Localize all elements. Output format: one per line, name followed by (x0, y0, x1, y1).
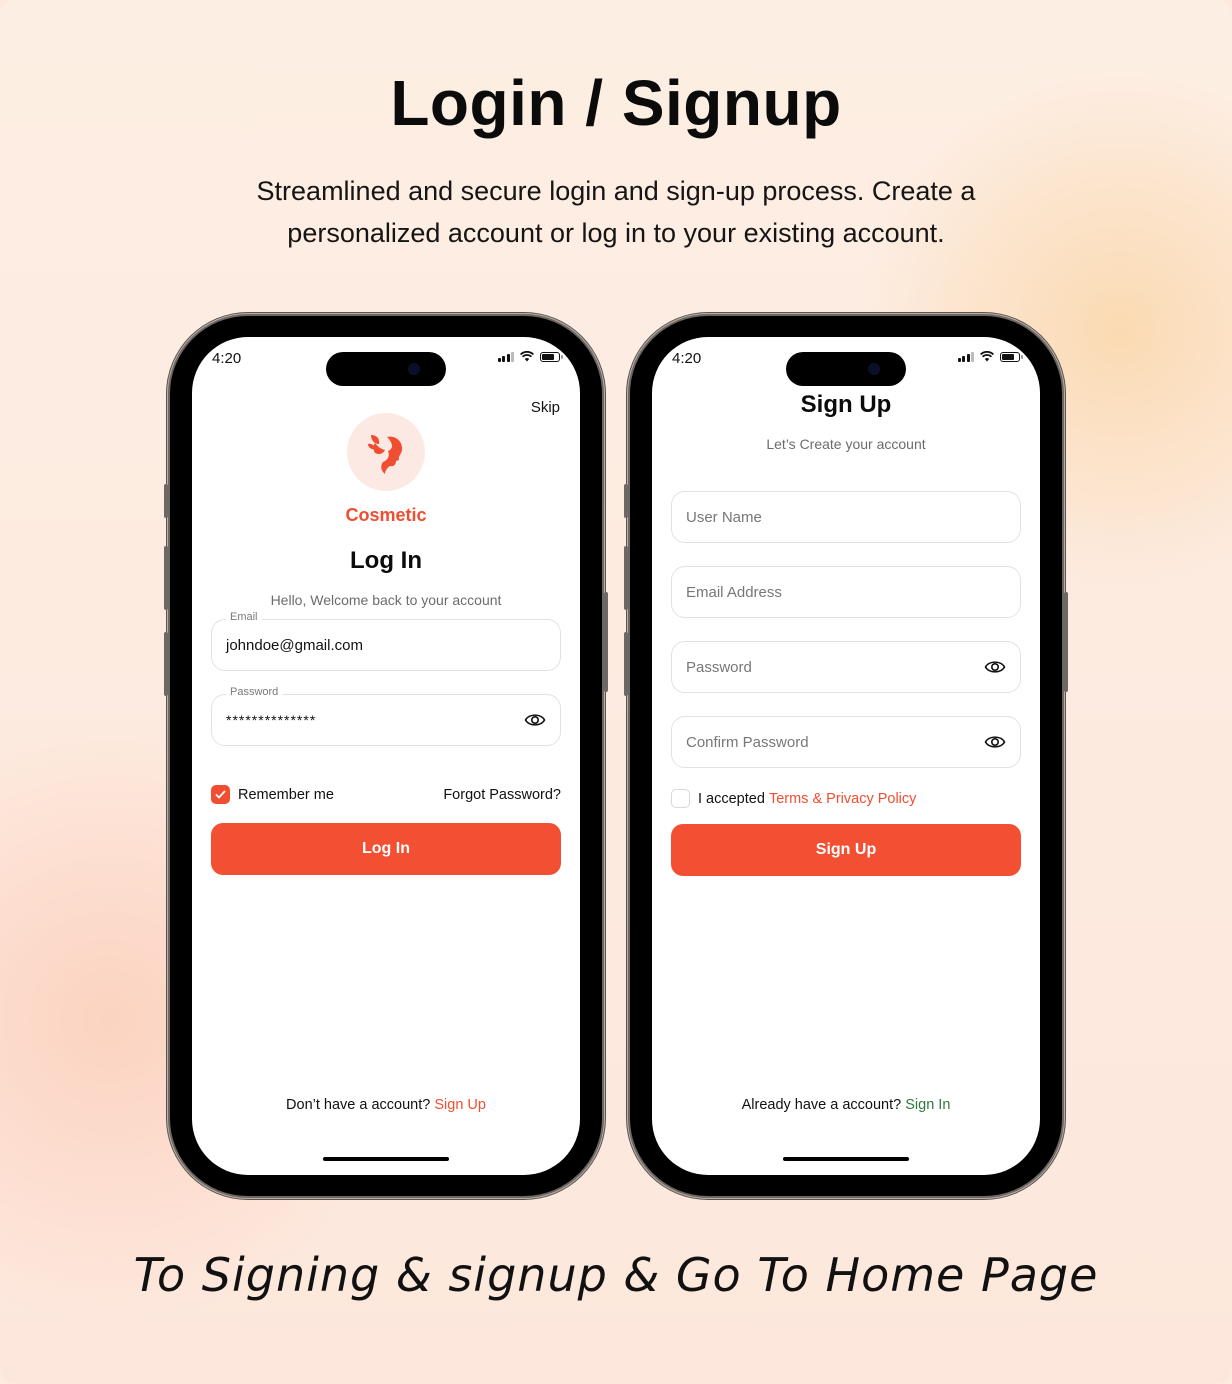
login-screen: 4:20 Skip Cosmetic Log In Hello, Welcome… (192, 337, 580, 1175)
login-options-row: Remember me Forgot Password? (211, 785, 561, 804)
eye-icon[interactable] (984, 731, 1006, 753)
email-address-placeholder[interactable]: Email Address (686, 584, 1006, 601)
signup-subtitle: Let’s Create your account (766, 436, 926, 452)
phone-login: 4:20 Skip Cosmetic Log In Hello, Welcome… (164, 316, 608, 1196)
username-placeholder[interactable]: User Name (686, 509, 1006, 526)
terms-checkbox[interactable] (671, 789, 690, 808)
volume-down-button (164, 632, 168, 696)
email-value[interactable]: johndoe@gmail.com (226, 637, 546, 654)
terms-link[interactable]: Terms & Privacy Policy (769, 791, 916, 807)
signin-prompt: Already have a account? Sign In (652, 1097, 1040, 1113)
eye-icon[interactable] (984, 656, 1006, 678)
woman-profile-leaf-icon (368, 435, 403, 474)
confirm-password-placeholder[interactable]: Confirm Password (686, 734, 984, 751)
signup-title: Sign Up (800, 391, 892, 418)
volume-up-button (164, 546, 168, 610)
email-label: Email (226, 611, 262, 623)
hero-subtitle: Streamlined and secure login and sign-up… (256, 176, 976, 248)
password-label: Password (226, 686, 283, 698)
silent-switch (624, 484, 628, 518)
signal-icon (957, 351, 974, 362)
status-time: 4:20 (212, 350, 242, 367)
signup-screen: 4:20 Sign Up Let’s Create your account U… (652, 337, 1040, 1175)
signup-prompt: Don’t have a account? Sign Up (192, 1097, 580, 1113)
silent-switch (164, 484, 168, 518)
password-value[interactable]: ************** (226, 712, 524, 728)
signin-prompt-text: Already have a account? (741, 1097, 902, 1113)
brand-logo (347, 413, 425, 491)
signup-prompt-text: Don’t have a account? (286, 1097, 431, 1113)
login-subtitle: Hello, Welcome back to your account (270, 592, 502, 608)
status-icons (497, 351, 563, 362)
eye-icon[interactable] (524, 709, 546, 731)
camera-icon (408, 363, 420, 375)
forgot-password-link[interactable]: Forgot Password? (443, 787, 561, 803)
email-address-field[interactable]: Email Address (671, 566, 1021, 618)
status-icons (957, 351, 1023, 362)
brand-name: Cosmetic (345, 505, 427, 525)
battery-icon (1000, 351, 1023, 362)
signup-link[interactable]: Sign Up (434, 1097, 486, 1113)
signup-button[interactable]: Sign Up (671, 824, 1021, 876)
power-button (1064, 592, 1068, 692)
wifi-icon (520, 351, 534, 362)
remember-me-toggle[interactable]: Remember me (211, 785, 334, 804)
password-field[interactable]: Password ************** (211, 686, 561, 746)
signal-icon (497, 351, 514, 362)
battery-icon (540, 351, 563, 362)
terms-row: I accepted Terms & Privacy Policy (671, 789, 1021, 808)
hero-title: Login / Signup (390, 67, 842, 139)
footer-caption: To Signing & signup & Go To Home Page (133, 1248, 1099, 1302)
status-time: 4:20 (672, 350, 702, 367)
volume-up-button (624, 546, 628, 610)
login-title: Log In (350, 547, 422, 574)
dynamic-island (786, 352, 906, 386)
username-field[interactable]: User Name (671, 491, 1021, 543)
email-field[interactable]: Email johndoe@gmail.com (211, 611, 561, 671)
remember-me-label: Remember me (238, 786, 334, 803)
terms-prefix: I accepted (698, 790, 765, 807)
signup-password-placeholder[interactable]: Password (686, 659, 984, 676)
checkbox-checked-icon[interactable] (211, 785, 230, 804)
power-button (604, 592, 608, 692)
signup-password-field[interactable]: Password (671, 641, 1021, 693)
skip-button[interactable]: Skip (531, 399, 560, 416)
home-indicator (323, 1157, 449, 1161)
dynamic-island (326, 352, 446, 386)
confirm-password-field[interactable]: Confirm Password (671, 716, 1021, 768)
login-button[interactable]: Log In (211, 823, 561, 875)
signin-link[interactable]: Sign In (905, 1097, 950, 1113)
camera-icon (868, 363, 880, 375)
home-indicator (783, 1157, 909, 1161)
volume-down-button (624, 632, 628, 696)
wifi-icon (980, 351, 994, 362)
phone-signup: 4:20 Sign Up Let’s Create your account U… (624, 316, 1068, 1196)
